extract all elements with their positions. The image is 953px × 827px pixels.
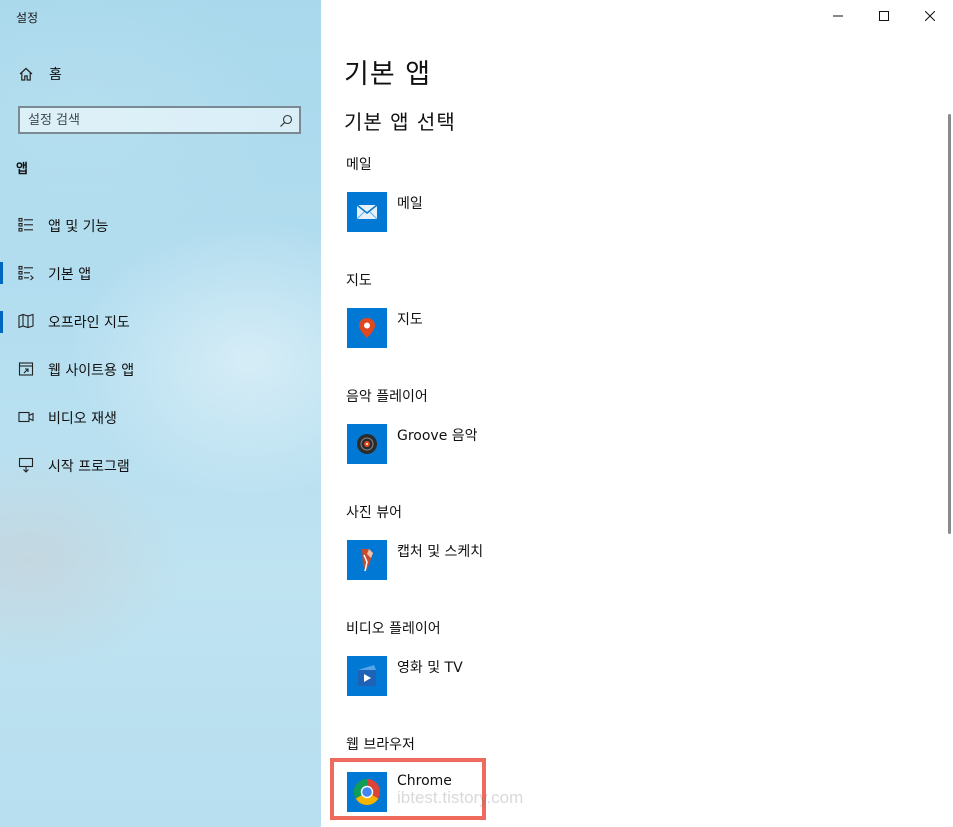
sidebar-item-video-playback[interactable]: 비디오 재생 bbox=[0, 400, 321, 448]
category-label-photo-viewer: 사진 뷰어 bbox=[346, 505, 402, 521]
maximize-icon bbox=[879, 11, 889, 21]
category-label-maps: 지도 bbox=[346, 273, 372, 289]
category-label-mail: 메일 bbox=[346, 157, 372, 173]
close-icon bbox=[925, 11, 935, 21]
maximize-button[interactable] bbox=[861, 0, 907, 32]
home-nav-item[interactable]: 홈 bbox=[0, 58, 321, 90]
content-pane: 기본 앱 기본 앱 선택 메일 메일 지도 지도 음악 플레이어 Groove … bbox=[321, 0, 953, 827]
default-app-music-player[interactable]: Groove 음악 bbox=[347, 424, 607, 464]
sidebar-item-offline-maps[interactable]: 오프라인 지도 bbox=[0, 304, 321, 352]
sidebar-item-label: 비디오 재생 bbox=[48, 411, 117, 427]
search-icon[interactable] bbox=[279, 113, 293, 127]
app-name: Groove 음악 bbox=[397, 428, 478, 444]
watermark: ibtest.tistory.com bbox=[397, 788, 524, 807]
default-apps-icon bbox=[18, 265, 34, 281]
close-button[interactable] bbox=[907, 0, 953, 32]
section-title: 앱 bbox=[16, 162, 28, 177]
app-name: 영화 및 TV bbox=[397, 660, 463, 676]
category-label-video-player: 비디오 플레이어 bbox=[346, 621, 441, 637]
sidebar-item-label: 웹 사이트용 앱 bbox=[48, 363, 135, 379]
scrollbar[interactable] bbox=[948, 114, 951, 534]
offline-maps-icon bbox=[18, 313, 34, 329]
sidebar: 설정 홈 앱 앱 및 기능 bbox=[0, 0, 321, 827]
app-name: 메일 bbox=[397, 196, 423, 212]
default-app-mail[interactable]: 메일 bbox=[347, 192, 607, 232]
sidebar-item-label: 앱 및 기능 bbox=[48, 219, 109, 235]
window-title: 설정 bbox=[16, 11, 39, 25]
sidebar-item-apps-for-websites[interactable]: 웹 사이트용 앱 bbox=[0, 352, 321, 400]
apps-features-icon bbox=[18, 217, 34, 233]
sidebar-item-label: 기본 앱 bbox=[48, 267, 92, 283]
sidebar-item-default-apps[interactable]: 기본 앱 bbox=[0, 256, 321, 333]
search-box[interactable] bbox=[18, 106, 301, 134]
app-name: 지도 bbox=[397, 312, 423, 328]
snip-sketch-icon bbox=[347, 540, 387, 580]
page-title: 기본 앱 bbox=[344, 59, 432, 90]
nav-list: 앱 및 기능 기본 앱 오프라인 지도 웹 사이트용 앱 비디오 재생 시작 프… bbox=[0, 208, 321, 496]
search-input[interactable] bbox=[28, 111, 268, 129]
apps-for-websites-icon bbox=[18, 361, 34, 377]
default-app-video-player[interactable]: 영화 및 TV bbox=[347, 656, 607, 696]
section-subtitle: 기본 앱 선택 bbox=[344, 110, 456, 134]
category-label-music-player: 음악 플레이어 bbox=[346, 389, 428, 405]
home-label: 홈 bbox=[49, 67, 62, 83]
maps-app-icon bbox=[347, 308, 387, 348]
mail-app-icon bbox=[347, 192, 387, 232]
startup-icon bbox=[18, 457, 34, 473]
default-app-maps[interactable]: 지도 bbox=[347, 308, 607, 348]
minimize-icon bbox=[833, 15, 843, 17]
settings-window: 설정 홈 앱 앱 및 기능 bbox=[0, 0, 953, 827]
app-name: 캡처 및 스케치 bbox=[397, 544, 484, 560]
minimize-button[interactable] bbox=[815, 0, 861, 32]
home-icon bbox=[18, 66, 34, 82]
movies-tv-icon bbox=[347, 656, 387, 696]
sidebar-item-startup[interactable]: 시작 프로그램 bbox=[0, 448, 321, 496]
sidebar-item-label: 오프라인 지도 bbox=[48, 315, 130, 331]
category-label-web-browser: 웹 브라우저 bbox=[346, 737, 415, 753]
video-playback-icon bbox=[18, 409, 34, 425]
sidebar-item-apps-features[interactable]: 앱 및 기능 bbox=[0, 208, 321, 256]
default-app-photo-viewer[interactable]: 캡처 및 스케치 bbox=[347, 540, 607, 580]
selection-indicator bbox=[0, 262, 3, 284]
groove-music-icon bbox=[347, 424, 387, 464]
window-controls bbox=[815, 0, 953, 32]
sidebar-item-label: 시작 프로그램 bbox=[48, 459, 130, 475]
